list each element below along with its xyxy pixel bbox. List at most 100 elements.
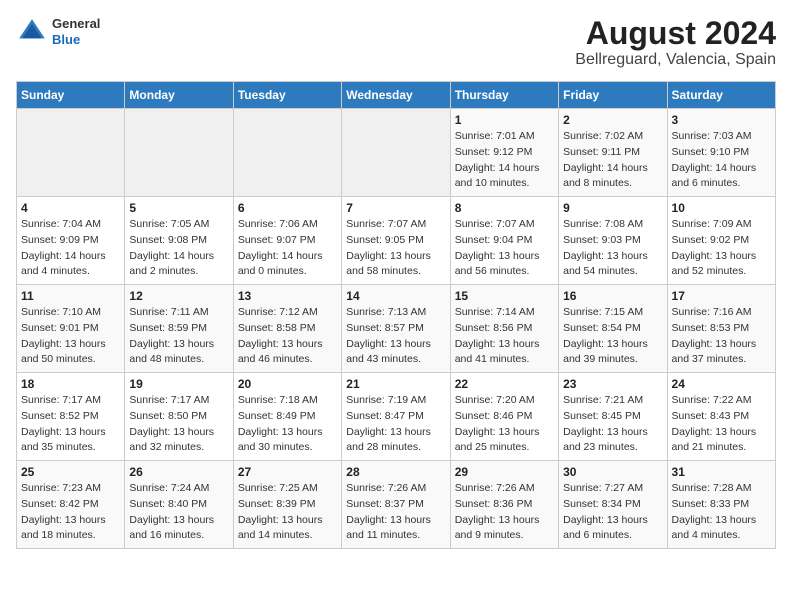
logo-text: General Blue — [52, 16, 100, 47]
week-row-4: 18Sunrise: 7:17 AMSunset: 8:52 PMDayligh… — [17, 373, 776, 461]
calendar-cell: 29Sunrise: 7:26 AMSunset: 8:36 PMDayligh… — [450, 461, 558, 549]
day-number: 20 — [238, 377, 337, 391]
day-info: Sunrise: 7:15 AMSunset: 8:54 PMDaylight:… — [563, 305, 662, 368]
day-info: Sunrise: 7:11 AMSunset: 8:59 PMDaylight:… — [129, 305, 228, 368]
sunrise: Sunrise: 7:08 AM — [563, 218, 643, 230]
calendar-cell: 18Sunrise: 7:17 AMSunset: 8:52 PMDayligh… — [17, 373, 125, 461]
sunrise: Sunrise: 7:06 AM — [238, 218, 318, 230]
day-info: Sunrise: 7:03 AMSunset: 9:10 PMDaylight:… — [672, 129, 771, 192]
calendar-cell: 21Sunrise: 7:19 AMSunset: 8:47 PMDayligh… — [342, 373, 450, 461]
day-info: Sunrise: 7:14 AMSunset: 8:56 PMDaylight:… — [455, 305, 554, 368]
day-number: 25 — [21, 465, 120, 479]
sunset: Sunset: 9:08 PM — [129, 234, 207, 246]
sunset: Sunset: 8:34 PM — [563, 498, 641, 510]
day-number: 16 — [563, 289, 662, 303]
daylight: Daylight: 13 hours and 23 minutes. — [563, 426, 648, 454]
sunrise: Sunrise: 7:26 AM — [346, 482, 426, 494]
logo: General Blue — [16, 16, 100, 48]
sunset: Sunset: 9:11 PM — [563, 146, 640, 158]
day-info: Sunrise: 7:08 AMSunset: 9:03 PMDaylight:… — [563, 217, 662, 280]
sunset: Sunset: 8:59 PM — [129, 322, 207, 334]
calendar-cell: 9 Sunrise: 7:08 AMSunset: 9:03 PMDaylight… — [559, 197, 667, 285]
sunrise: Sunrise: 7:21 AM — [563, 394, 643, 406]
daylight: Daylight: 13 hours and 50 minutes. — [21, 338, 106, 366]
day-number: 9 — [563, 201, 662, 215]
page-title: August 2024 — [575, 16, 776, 51]
calendar-cell: 7Sunrise: 7:07 AMSunset: 9:05 PMDaylight… — [342, 197, 450, 285]
sunrise: Sunrise: 7:03 AM — [672, 130, 752, 142]
day-info: Sunrise: 7:10 AMSunset: 9:01 PMDaylight:… — [21, 305, 120, 368]
sunrise: Sunrise: 7:26 AM — [455, 482, 535, 494]
logo-icon — [16, 16, 48, 48]
day-info: Sunrise: 7:09 AMSunset: 9:02 PMDaylight:… — [672, 217, 771, 280]
sunset: Sunset: 9:12 PM — [455, 146, 533, 158]
sunset: Sunset: 8:43 PM — [672, 410, 750, 422]
sunrise: Sunrise: 7:17 AM — [21, 394, 101, 406]
calendar-cell: 22Sunrise: 7:20 AMSunset: 8:46 PMDayligh… — [450, 373, 558, 461]
calendar-table: SundayMondayTuesdayWednesdayThursdayFrid… — [16, 81, 776, 549]
daylight: Daylight: 13 hours and 6 minutes. — [563, 514, 648, 542]
daylight: Daylight: 14 hours and 0 minutes. — [238, 250, 323, 278]
day-number: 27 — [238, 465, 337, 479]
daylight: Daylight: 13 hours and 4 minutes. — [672, 514, 757, 542]
daylight: Daylight: 13 hours and 16 minutes. — [129, 514, 214, 542]
calendar-cell: 10Sunrise: 7:09 AMSunset: 9:02 PMDayligh… — [667, 197, 775, 285]
day-info: Sunrise: 7:22 AMSunset: 8:43 PMDaylight:… — [672, 393, 771, 456]
day-info: Sunrise: 7:02 AMSunset: 9:11 PMDaylight:… — [563, 129, 662, 192]
week-row-2: 4Sunrise: 7:04 AMSunset: 9:09 PMDaylight… — [17, 197, 776, 285]
day-number: 7 — [346, 201, 445, 215]
sunrise: Sunrise: 7:15 AM — [563, 306, 643, 318]
day-header-tuesday: Tuesday — [233, 82, 341, 109]
calendar-cell: 3Sunrise: 7:03 AMSunset: 9:10 PMDaylight… — [667, 109, 775, 197]
calendar-cell: 16 Sunrise: 7:15 AMSunset: 8:54 PMDayligh… — [559, 285, 667, 373]
calendar-cell — [125, 109, 233, 197]
sunrise: Sunrise: 7:09 AM — [672, 218, 752, 230]
sunrise: Sunrise: 7:22 AM — [672, 394, 752, 406]
calendar-cell: 30Sunrise: 7:27 AMSunset: 8:34 PMDayligh… — [559, 461, 667, 549]
header-row: SundayMondayTuesdayWednesdayThursdayFrid… — [17, 82, 776, 109]
day-info: Sunrise: 7:18 AMSunset: 8:49 PMDaylight:… — [238, 393, 337, 456]
title-block: August 2024 Bellreguard, Valencia, Spain — [575, 16, 776, 69]
day-number: 28 — [346, 465, 445, 479]
calendar-cell: 1Sunrise: 7:01 AMSunset: 9:12 PMDaylight… — [450, 109, 558, 197]
daylight: Daylight: 13 hours and 43 minutes. — [346, 338, 431, 366]
daylight: Daylight: 13 hours and 54 minutes. — [563, 250, 648, 278]
daylight: Daylight: 13 hours and 14 minutes. — [238, 514, 323, 542]
sunrise: Sunrise: 7:20 AM — [455, 394, 535, 406]
day-number: 11 — [21, 289, 120, 303]
calendar-cell: 5Sunrise: 7:05 AMSunset: 9:08 PMDaylight… — [125, 197, 233, 285]
day-number: 15 — [455, 289, 554, 303]
day-number: 4 — [21, 201, 120, 215]
calendar-cell: 11 Sunrise: 7:10 AMSunset: 9:01 PMDayligh… — [17, 285, 125, 373]
daylight: Daylight: 13 hours and 35 minutes. — [21, 426, 106, 454]
sunset: Sunset: 9:04 PM — [455, 234, 533, 246]
day-info: Sunrise: 7:27 AMSunset: 8:34 PMDaylight:… — [563, 481, 662, 544]
day-number: 13 — [238, 289, 337, 303]
daylight: Daylight: 13 hours and 58 minutes. — [346, 250, 431, 278]
day-header-wednesday: Wednesday — [342, 82, 450, 109]
sunset: Sunset: 9:01 PM — [21, 322, 99, 334]
daylight: Daylight: 13 hours and 52 minutes. — [672, 250, 757, 278]
day-number: 31 — [672, 465, 771, 479]
sunrise: Sunrise: 7:25 AM — [238, 482, 318, 494]
sunrise: Sunrise: 7:01 AM — [455, 130, 535, 142]
day-info: Sunrise: 7:16 AMSunset: 8:53 PMDaylight:… — [672, 305, 771, 368]
day-number: 23 — [563, 377, 662, 391]
daylight: Daylight: 14 hours and 10 minutes. — [455, 162, 540, 190]
day-number: 2 — [563, 113, 662, 127]
day-header-friday: Friday — [559, 82, 667, 109]
daylight: Daylight: 13 hours and 41 minutes. — [455, 338, 540, 366]
sunrise: Sunrise: 7:18 AM — [238, 394, 318, 406]
day-number: 3 — [672, 113, 771, 127]
calendar-cell: 25Sunrise: 7:23 AMSunset: 8:42 PMDayligh… — [17, 461, 125, 549]
calendar-cell: 23Sunrise: 7:21 AMSunset: 8:45 PMDayligh… — [559, 373, 667, 461]
day-number: 6 — [238, 201, 337, 215]
sunset: Sunset: 9:07 PM — [238, 234, 316, 246]
calendar-cell: 8Sunrise: 7:07 AMSunset: 9:04 PMDaylight… — [450, 197, 558, 285]
day-number: 12 — [129, 289, 228, 303]
calendar-cell: 27Sunrise: 7:25 AMSunset: 8:39 PMDayligh… — [233, 461, 341, 549]
day-number: 17 — [672, 289, 771, 303]
sunrise: Sunrise: 7:04 AM — [21, 218, 101, 230]
sunset: Sunset: 8:40 PM — [129, 498, 207, 510]
sunset: Sunset: 9:10 PM — [672, 146, 750, 158]
